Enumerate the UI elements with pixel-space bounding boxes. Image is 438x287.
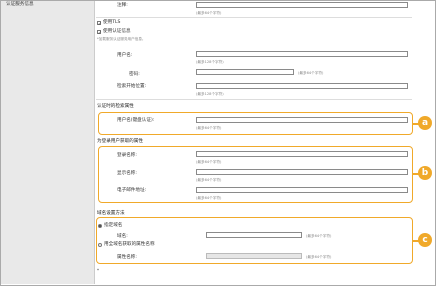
use-auth-note: *加载服务认证服务用户信息。 — [97, 37, 146, 41]
comment-hint: (最多64个字符) — [196, 11, 222, 15]
search-start-label: 检索开始位置: — [117, 84, 147, 89]
user-attr-label: 用户名(键盘认证): — [117, 118, 155, 123]
username-input[interactable] — [196, 51, 408, 57]
divider — [96, 99, 412, 100]
sidebar: 认证服务信息 — [1, 1, 95, 284]
divider — [96, 17, 412, 18]
comment-input[interactable] — [196, 2, 408, 8]
username-hint: (最多128个字符) — [196, 60, 224, 64]
attr-name-hint: (最多64个字符) — [306, 255, 332, 259]
display-name-hint: (最多64个字符) — [196, 178, 222, 182]
attr-name-label: 属性名称: — [117, 255, 137, 260]
search-start-input[interactable] — [196, 83, 408, 89]
specify-domain-radio[interactable] — [98, 224, 102, 228]
domain-label: 域名: — [117, 234, 128, 239]
attr-domain-label: 用全域名获取的属性名称 — [104, 242, 155, 247]
password-input[interactable] — [196, 69, 294, 75]
callout-c-badge: c — [418, 233, 432, 247]
use-auth-label: 使用认证信息 — [103, 29, 131, 34]
password-hint: (最多64个字符) — [298, 71, 324, 75]
login-name-input[interactable] — [196, 151, 408, 157]
domain-section-title: 域名设置方法 — [97, 211, 125, 216]
callout-a-badge: a — [418, 116, 432, 130]
tls-checkbox[interactable]: ✓ — [97, 21, 101, 26]
domain-input[interactable] — [206, 232, 302, 238]
specify-domain-label: 指定域名 — [104, 223, 123, 228]
email-label: 电子邮件地址: — [117, 188, 147, 193]
username-label: 用户名: — [117, 53, 133, 58]
reg-section-title: 为登录用户获取的属性 — [97, 139, 143, 144]
email-input[interactable] — [196, 187, 408, 193]
attr-name-input[interactable] — [206, 253, 302, 259]
display-name-label: 显示名称: — [117, 171, 137, 176]
footnote-mark: * — [97, 268, 99, 273]
tls-label: 使用TLS — [103, 20, 121, 25]
callout-a-box — [98, 112, 413, 135]
comment-label: 注释: — [117, 3, 128, 8]
display-name-input[interactable] — [196, 169, 408, 175]
email-hint: (最多64个字符) — [196, 196, 222, 200]
domain-hint: (最多64个字符) — [306, 234, 332, 238]
search-start-hint: (最多128个字符) — [196, 92, 224, 96]
password-label: 密码: — [129, 72, 140, 77]
sidebar-section-label: 认证服务信息 — [6, 2, 34, 7]
user-attr-input[interactable] — [196, 117, 408, 123]
attr-domain-radio[interactable] — [98, 243, 102, 247]
use-auth-checkbox[interactable]: ✓ — [97, 30, 101, 35]
login-name-hint: (最多64个字符) — [196, 160, 222, 164]
user-attr-hint: (最多64个字符) — [196, 126, 222, 130]
login-name-label: 登录名称: — [117, 153, 137, 158]
attr-section-title: 认证时的检索属性 — [97, 104, 134, 109]
callout-b-badge: b — [418, 166, 432, 180]
